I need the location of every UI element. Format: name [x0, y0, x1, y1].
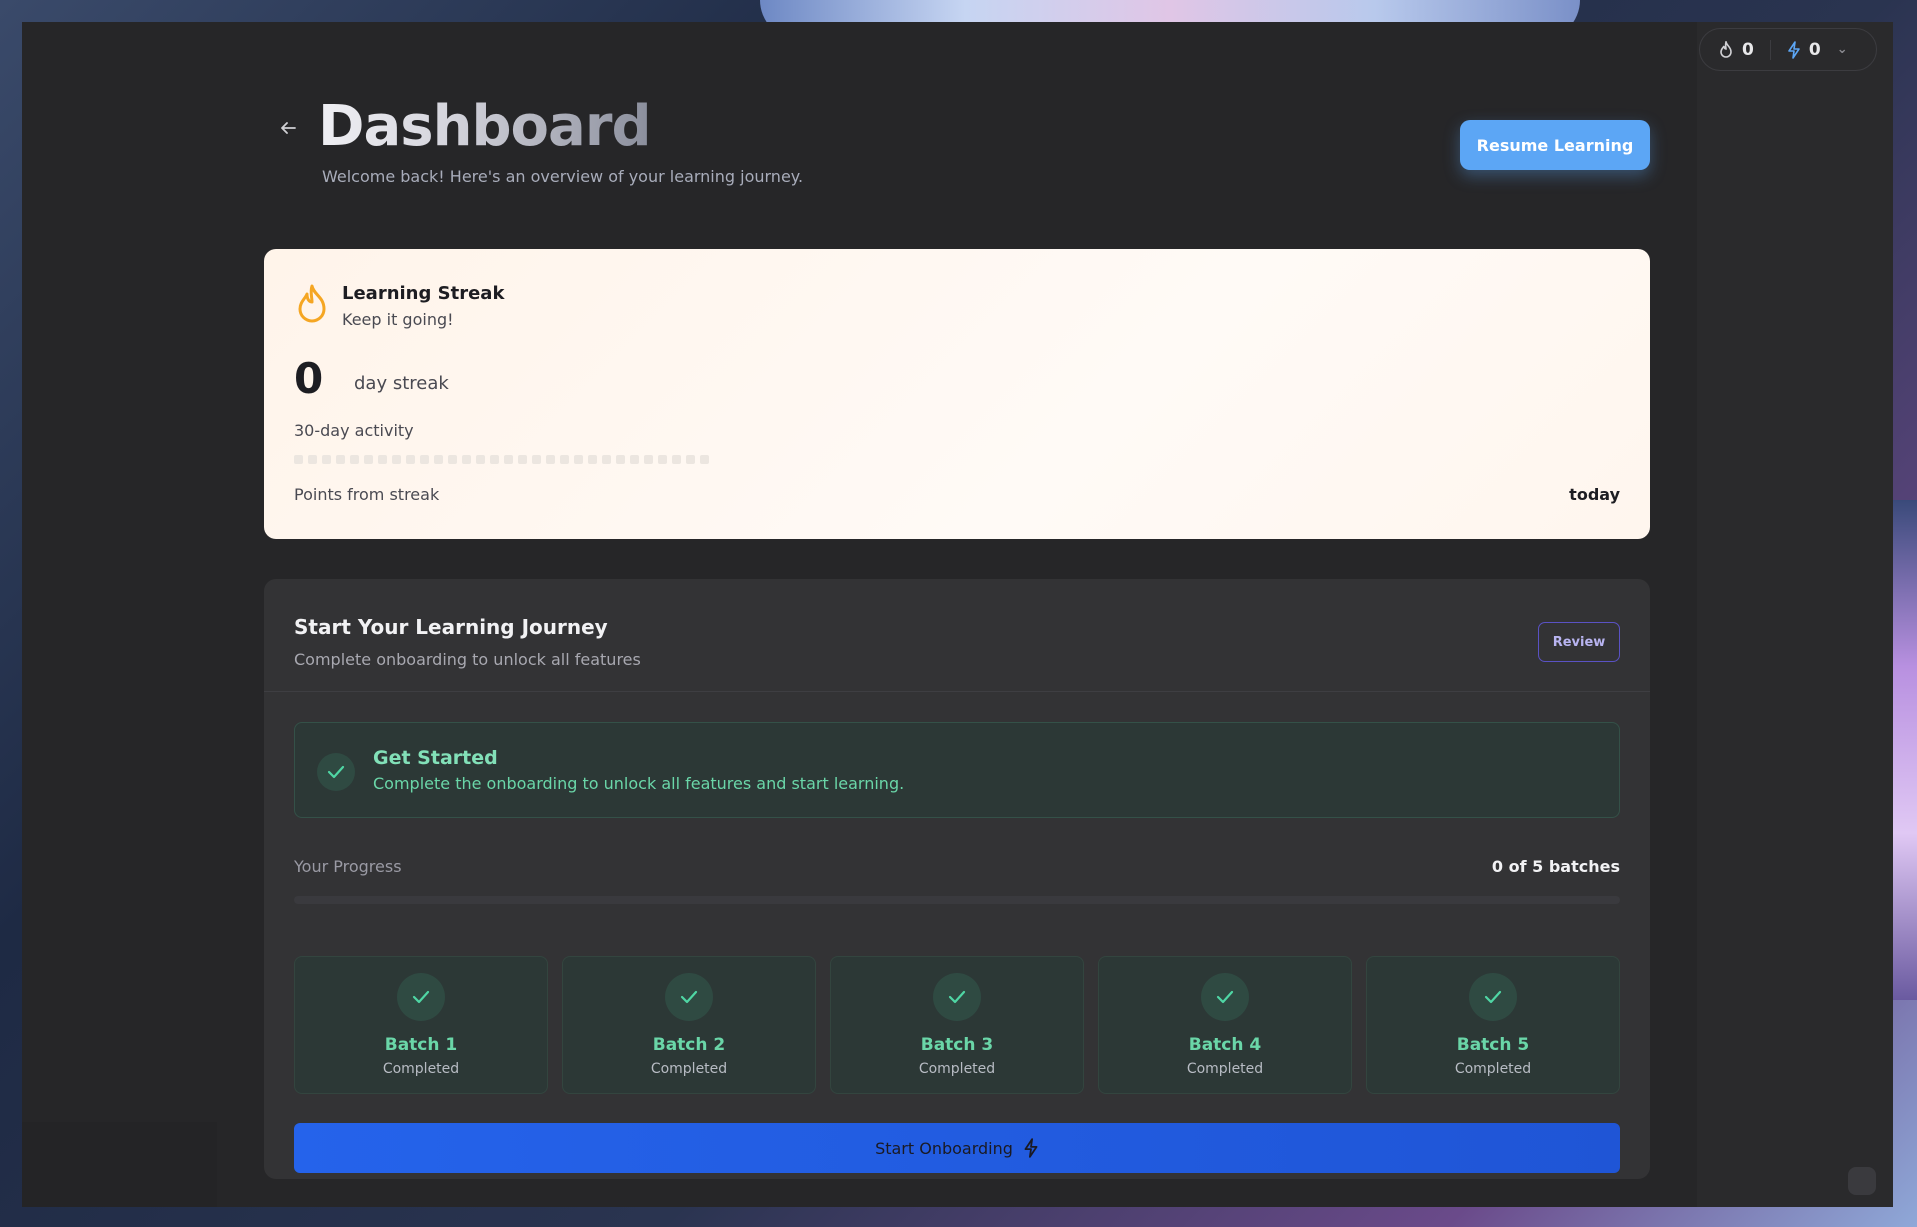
batch-name: Batch 2: [652, 1035, 726, 1055]
activity-day: [336, 455, 345, 464]
batch-card[interactable]: Batch 1 Completed: [294, 956, 548, 1094]
activity-day: [490, 455, 499, 464]
bolt-icon: [1024, 1138, 1038, 1158]
back-arrow-icon[interactable]: [274, 114, 302, 142]
activity-day: [574, 455, 583, 464]
activity-day: [700, 455, 709, 464]
activity-day: [392, 455, 401, 464]
activity-day: [518, 455, 527, 464]
corner-widget-button[interactable]: [1848, 1167, 1876, 1195]
stats-menu[interactable]: 0 0 ⌄: [1699, 28, 1877, 71]
check-icon: [397, 973, 445, 1021]
activity-day: [322, 455, 331, 464]
activity-label: 30-day activity: [294, 421, 414, 440]
journey-title: Start Your Learning Journey: [294, 615, 608, 639]
activity-day: [602, 455, 611, 464]
batch-card[interactable]: Batch 3 Completed: [830, 956, 1084, 1094]
activity-day: [658, 455, 667, 464]
check-icon: [933, 973, 981, 1021]
check-icon: [1469, 973, 1517, 1021]
journey-header: Start Your Learning Journey Complete onb…: [264, 579, 1650, 692]
activity-day: [644, 455, 653, 464]
batch-status: Completed: [1186, 1061, 1264, 1077]
batch-status: Completed: [382, 1061, 460, 1077]
learning-journey-card: Start Your Learning Journey Complete onb…: [264, 579, 1650, 1179]
activity-day: [672, 455, 681, 464]
start-onboarding-label: Start Onboarding: [875, 1138, 1013, 1158]
activity-day: [406, 455, 415, 464]
review-button[interactable]: Review: [1538, 622, 1620, 662]
points-stat: 0: [1787, 40, 1821, 60]
activity-day: [476, 455, 485, 464]
activity-day: [532, 455, 541, 464]
start-onboarding-button[interactable]: Start Onboarding: [294, 1123, 1620, 1173]
batch-card[interactable]: Batch 2 Completed: [562, 956, 816, 1094]
batch-name: Batch 1: [384, 1035, 458, 1055]
activity-day: [308, 455, 317, 464]
progress-label: Your Progress: [294, 857, 402, 876]
activity-day: [448, 455, 457, 464]
get-started-description: Complete the onboarding to unlock all fe…: [373, 774, 905, 793]
page-title: Dashboard: [318, 94, 652, 159]
page-subtitle: Welcome back! Here's an overview of your…: [322, 167, 804, 186]
batch-name: Batch 3: [920, 1035, 994, 1055]
right-sidebar: [1697, 22, 1893, 1207]
activity-day: [560, 455, 569, 464]
batch-card[interactable]: Batch 5 Completed: [1366, 956, 1620, 1094]
batch-name: Batch 5: [1456, 1035, 1530, 1055]
batch-name: Batch 4: [1188, 1035, 1262, 1055]
activity-day: [588, 455, 597, 464]
activity-day: [378, 455, 387, 464]
streak-title: Learning Streak: [342, 283, 505, 304]
get-started-title: Get Started: [373, 747, 498, 769]
activity-grid: [294, 455, 709, 464]
activity-day: [616, 455, 625, 464]
learning-streak-card: Learning Streak Keep it going! 0 day str…: [264, 249, 1650, 539]
streak-subtitle: Keep it going!: [342, 310, 454, 329]
streak-stat-value: 0: [1742, 39, 1754, 60]
activity-day: [546, 455, 555, 464]
batch-list: Batch 1 Completed Batch 2 Completed Batc…: [294, 956, 1620, 1094]
activity-day: [434, 455, 443, 464]
bolt-icon: [1788, 40, 1800, 59]
activity-day: [462, 455, 471, 464]
batch-status: Completed: [650, 1061, 728, 1077]
journey-subtitle: Complete onboarding to unlock all featur…: [294, 650, 641, 669]
activity-day: [686, 455, 695, 464]
check-icon: [1201, 973, 1249, 1021]
batch-card[interactable]: Batch 4 Completed: [1098, 956, 1352, 1094]
stats-divider: [1769, 39, 1771, 60]
activity-day: [504, 455, 513, 464]
get-started-banner: Get Started Complete the onboarding to u…: [294, 722, 1620, 818]
flame-icon: [1720, 40, 1732, 58]
chevron-down-icon: ⌄: [1836, 42, 1848, 57]
points-value: today: [1569, 485, 1620, 504]
activity-day: [364, 455, 373, 464]
app-window: 0 0 ⌄ Dashboard Welcome back! Here's an …: [22, 22, 1893, 1207]
streak-unit: day streak: [354, 373, 449, 394]
streak-stat: 0: [1718, 40, 1754, 60]
progress-value: 0 of 5 batches: [1491, 857, 1620, 876]
activity-day: [630, 455, 639, 464]
flame-icon: [298, 284, 326, 323]
batch-status: Completed: [1454, 1061, 1532, 1077]
progress-bar: [294, 896, 1620, 904]
activity-day: [294, 455, 303, 464]
batch-status: Completed: [918, 1061, 996, 1077]
check-icon: [665, 973, 713, 1021]
points-stat-value: 0: [1808, 39, 1821, 60]
check-icon: [317, 753, 355, 791]
resume-learning-button[interactable]: Resume Learning: [1460, 120, 1650, 170]
left-panel-edge: [22, 1122, 217, 1207]
activity-day: [420, 455, 429, 464]
points-label: Points from streak: [294, 485, 440, 504]
activity-day: [350, 455, 359, 464]
streak-count: 0: [294, 354, 324, 403]
